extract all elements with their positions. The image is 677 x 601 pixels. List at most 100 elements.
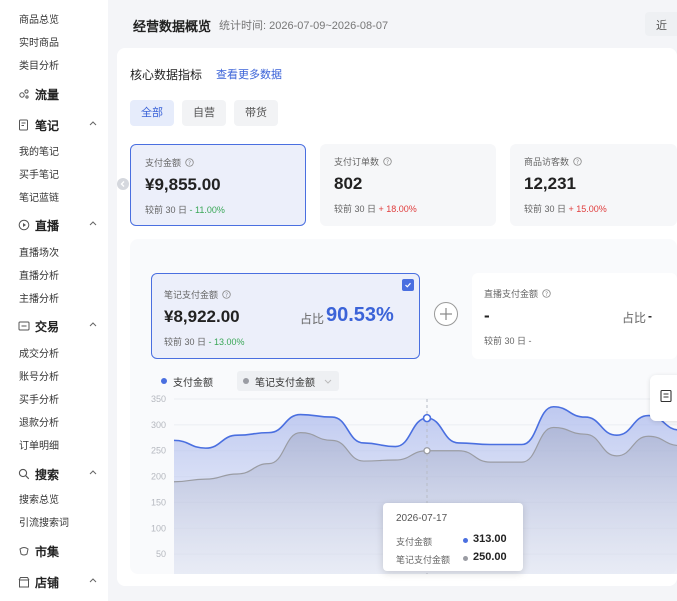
compare-value: - 11.00%: [189, 205, 225, 215]
tooltip-dot: [463, 538, 468, 543]
chevron-up-icon: [89, 578, 97, 583]
metric-label: 支付金额: [145, 158, 182, 168]
metric-value: 802: [334, 174, 363, 193]
sidebar-item-live-analysis[interactable]: 直播分析: [19, 267, 59, 282]
tooltip-value: 313.00: [473, 533, 507, 545]
sidebar-group-label: 流量: [35, 87, 60, 102]
svg-text:?: ?: [386, 160, 389, 166]
sidebar-group-label: 笔记: [35, 118, 60, 133]
svg-text:?: ?: [576, 160, 579, 166]
sidebar-group-search[interactable]: 搜索: [18, 465, 98, 483]
sidebar-group-shop[interactable]: 店铺: [18, 573, 98, 591]
y-tick-label: 350: [151, 394, 166, 404]
y-tick-label: 200: [151, 472, 166, 482]
page-header: 经营数据概览 统计时间: 2026-07-09~2026-08-07 近: [108, 0, 677, 48]
sidebar-group-notes[interactable]: 笔记: [18, 116, 98, 134]
sidebar-item-live-sessions[interactable]: 直播场次: [19, 244, 59, 259]
chevron-left-icon: [120, 181, 125, 187]
tab-all[interactable]: 全部: [130, 100, 174, 126]
sidebar-item-product-overview[interactable]: 商品总览: [19, 11, 59, 26]
document-icon: [660, 389, 672, 403]
metric-compare: 较前 30 日 - 11.00%: [145, 203, 225, 216]
tooltip-series: 支付金额: [396, 537, 433, 547]
chevron-up-icon: [89, 322, 97, 327]
metric-value: 12,231: [524, 174, 576, 193]
more-data-link[interactable]: 查看更多数据: [216, 66, 282, 82]
metric-label: 支付订单数: [334, 157, 380, 167]
sidebar-group-label: 搜索: [35, 467, 60, 482]
sidebar-item-anchor-analysis[interactable]: 主播分析: [19, 290, 59, 305]
search-icon: [18, 468, 30, 480]
sidebar-item-search-terms[interactable]: 引流搜索词: [19, 514, 69, 529]
sidebar-item-search-overview[interactable]: 搜索总览: [19, 491, 59, 506]
hover-point: [422, 413, 432, 423]
tab-self-operated[interactable]: 自营: [182, 100, 226, 126]
sidebar: 商品总览 实时商品 类目分析 流量 笔记 我的笔记 买手笔记 笔记蓝链 直播 直…: [0, 0, 108, 601]
traffic-icon: [18, 88, 30, 100]
sidebar-group-label: 交易: [35, 319, 60, 334]
chevron-up-icon: [89, 121, 97, 126]
sidebar-group-market[interactable]: 市集: [18, 542, 98, 560]
metric-label-wrap: 支付金额?: [145, 156, 194, 169]
y-tick-label: 250: [151, 446, 166, 456]
metric-card-pay-amount[interactable]: 支付金额? ¥9,855.00 较前 30 日 - 11.00%: [130, 144, 306, 226]
tooltip-row: 笔记支付金额 250.00: [396, 551, 516, 566]
trade-icon: [18, 320, 30, 332]
breakdown-panel: 笔记支付金额? ¥8,922.00 占比 90.53% 较前 30 日 - 13…: [130, 239, 677, 574]
sidebar-group-trade[interactable]: 交易: [18, 317, 98, 335]
metric-compare: 较前 30 日 + 15.00%: [524, 202, 607, 215]
metric-label: 商品访客数: [524, 157, 570, 167]
sidebar-item-realtime-product[interactable]: 实时商品: [19, 34, 59, 49]
tooltip-series: 笔记支付金额: [396, 555, 451, 565]
sidebar-item-category-analysis[interactable]: 类目分析: [19, 57, 59, 72]
sidebar-group-traffic[interactable]: 流量: [18, 85, 98, 103]
compare-prefix: 较前 30 日: [145, 205, 188, 215]
metric-card-order-count[interactable]: 支付订单数? 802 较前 30 日 + 18.00%: [320, 144, 496, 226]
compare-value: + 15.00%: [568, 204, 607, 214]
sidebar-item-buyer-notes[interactable]: 买手笔记: [19, 166, 59, 181]
sidebar-group-label: 直播: [35, 218, 60, 233]
tab-affiliate[interactable]: 带货: [234, 100, 278, 126]
help-icon[interactable]: ?: [573, 157, 582, 166]
hover-point: [423, 447, 431, 455]
compare-prefix: 较前 30 日: [524, 204, 567, 214]
sidebar-item-note-links[interactable]: 笔记蓝链: [19, 189, 59, 204]
scroll-left-button[interactable]: [117, 178, 129, 190]
main-content: 经营数据概览 统计时间: 2026-07-09~2026-08-07 近 核心数…: [108, 0, 677, 601]
metric-label-wrap: 商品访客数?: [524, 155, 582, 168]
sidebar-item-my-notes[interactable]: 我的笔记: [19, 143, 59, 158]
sidebar-item-order-details[interactable]: 订单明细: [19, 437, 59, 452]
compare-value: + 18.00%: [378, 204, 417, 214]
tooltip-value: 250.00: [473, 551, 507, 563]
page-title: 经营数据概览: [133, 19, 212, 34]
sidebar-group-live[interactable]: 直播: [18, 216, 98, 234]
y-tick-label: 300: [151, 420, 166, 430]
chart-tooltip: 2026-07-17 支付金额 313.00 笔记支付金额 250.00: [383, 503, 523, 571]
core-metrics-card: 核心数据指标 查看更多数据 全部 自营 带货 支付金额? ¥9,855.00 较…: [117, 48, 677, 586]
sidebar-item-refund-analysis[interactable]: 退款分析: [19, 414, 59, 429]
side-tool-button[interactable]: [650, 375, 677, 421]
sidebar-group-label: 市集: [35, 544, 60, 559]
y-tick-label: 150: [151, 497, 166, 507]
tooltip-row: 支付金额 313.00: [396, 533, 516, 548]
chevron-up-icon: [89, 221, 97, 226]
metric-value: ¥9,855.00: [145, 175, 221, 194]
y-tick-label: 50: [156, 549, 166, 559]
sidebar-item-buyer-analysis[interactable]: 买手分析: [19, 391, 59, 406]
metric-label-wrap: 支付订单数?: [334, 155, 392, 168]
sidebar-item-account-analysis[interactable]: 账号分析: [19, 368, 59, 383]
y-tick-label: 100: [151, 523, 166, 533]
tooltip-dot: [463, 556, 468, 561]
metric-card-visitors[interactable]: 商品访客数? 12,231 较前 30 日 + 15.00%: [510, 144, 677, 226]
market-icon: [18, 545, 30, 557]
shop-icon: [18, 576, 30, 588]
help-icon[interactable]: ?: [185, 158, 194, 167]
section-title: 核心数据指标: [130, 68, 203, 82]
svg-text:?: ?: [188, 161, 191, 167]
date-range-button[interactable]: 近: [645, 12, 677, 36]
help-icon[interactable]: ?: [383, 157, 392, 166]
metric-compare: 较前 30 日 + 18.00%: [334, 202, 417, 215]
compare-prefix: 较前 30 日: [334, 204, 377, 214]
sidebar-item-deal-analysis[interactable]: 成交分析: [19, 345, 59, 360]
tooltip-date: 2026-07-17: [396, 513, 448, 524]
